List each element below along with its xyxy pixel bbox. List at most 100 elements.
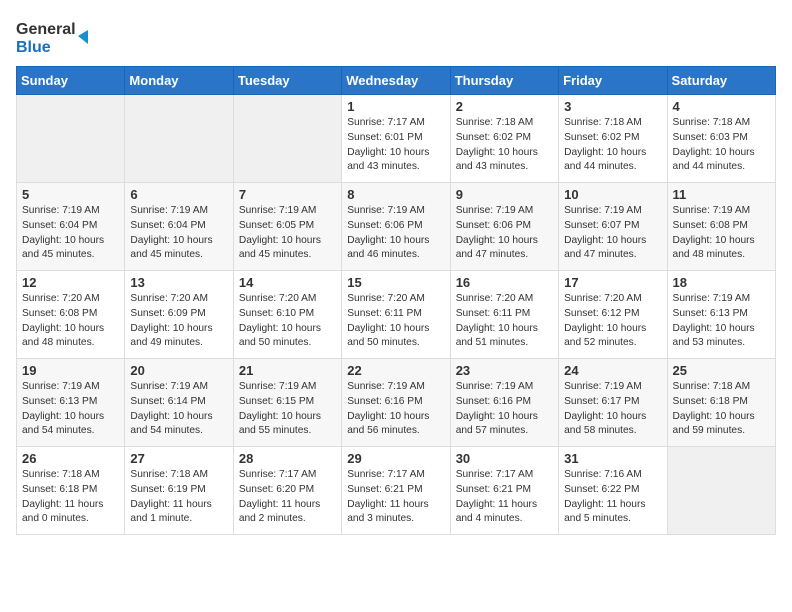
calendar-cell: 8 Sunrise: 7:19 AM Sunset: 6:06 PM Daylig… [342, 183, 450, 271]
day-info: Sunrise: 7:19 AM Sunset: 6:07 PM Dayligh… [564, 204, 661, 263]
calendar-week-row: 1 Sunrise: 7:17 AM Sunset: 6:01 PM Daylig… [17, 95, 776, 183]
svg-text:General: General [16, 21, 76, 38]
calendar-cell: 20 Sunrise: 7:19 AM Sunset: 6:14 PM Dayli… [125, 359, 233, 447]
calendar-cell: 15 Sunrise: 7:20 AM Sunset: 6:11 PM Dayli… [342, 271, 450, 359]
day-number: 5 [22, 187, 119, 202]
day-info: Sunrise: 7:19 AM Sunset: 6:17 PM Dayligh… [564, 380, 661, 439]
day-number: 25 [673, 363, 770, 378]
calendar-cell: 30 Sunrise: 7:17 AM Sunset: 6:21 PM Dayli… [450, 447, 558, 535]
calendar-week-row: 12 Sunrise: 7:20 AM Sunset: 6:08 PM Dayli… [17, 271, 776, 359]
day-number: 16 [456, 275, 553, 290]
day-number: 22 [347, 363, 444, 378]
day-info: Sunrise: 7:20 AM Sunset: 6:08 PM Dayligh… [22, 292, 119, 351]
logo-svg: GeneralBlue [16, 16, 96, 56]
day-number: 6 [130, 187, 227, 202]
weekday-header: Monday [125, 67, 233, 95]
day-number: 29 [347, 451, 444, 466]
calendar-cell: 23Sunrise: 7:19 AM Sunset: 6:16 PM Dayli… [450, 359, 558, 447]
day-info: Sunrise: 7:19 AM Sunset: 6:13 PM Dayligh… [673, 292, 770, 351]
weekday-header: Sunday [17, 67, 125, 95]
calendar-cell: 25 Sunrise: 7:18 AM Sunset: 6:18 PM Dayli… [667, 359, 775, 447]
calendar-cell: 17 Sunrise: 7:20 AM Sunset: 6:12 PM Dayli… [559, 271, 667, 359]
svg-text:Blue: Blue [16, 39, 51, 56]
day-info: Sunrise: 7:19 AM Sunset: 6:15 PM Dayligh… [239, 380, 336, 439]
day-info: Sunrise: 7:17 AM Sunset: 6:01 PM Dayligh… [347, 116, 444, 175]
day-info: Sunrise: 7:17 AM Sunset: 6:21 PM Dayligh… [456, 468, 553, 527]
calendar-cell: 5 Sunrise: 7:19 AM Sunset: 6:04 PM Daylig… [17, 183, 125, 271]
day-info: Sunrise: 7:19 AM Sunset: 6:06 PM Dayligh… [347, 204, 444, 263]
calendar-cell: 19Sunrise: 7:19 AM Sunset: 6:13 PM Dayli… [17, 359, 125, 447]
calendar-cell [125, 95, 233, 183]
day-info: Sunrise: 7:18 AM Sunset: 6:18 PM Dayligh… [673, 380, 770, 439]
calendar-cell: 6 Sunrise: 7:19 AM Sunset: 6:04 PM Daylig… [125, 183, 233, 271]
calendar-cell: 9 Sunrise: 7:19 AM Sunset: 6:06 PM Daylig… [450, 183, 558, 271]
day-number: 26 [22, 451, 119, 466]
day-number: 24 [564, 363, 661, 378]
day-number: 10 [564, 187, 661, 202]
calendar-week-row: 5 Sunrise: 7:19 AM Sunset: 6:04 PM Daylig… [17, 183, 776, 271]
calendar-cell: 10 Sunrise: 7:19 AM Sunset: 6:07 PM Dayli… [559, 183, 667, 271]
calendar-table: SundayMondayTuesdayWednesdayThursdayFrid… [16, 66, 776, 535]
calendar-week-row: 26 Sunrise: 7:18 AM Sunset: 6:18 PM Dayli… [17, 447, 776, 535]
calendar-cell: 22 Sunrise: 7:19 AM Sunset: 6:16 PM Dayli… [342, 359, 450, 447]
day-number: 15 [347, 275, 444, 290]
day-info: Sunrise: 7:16 AM Sunset: 6:22 PM Dayligh… [564, 468, 661, 527]
day-number: 12 [22, 275, 119, 290]
day-number: 2 [456, 99, 553, 114]
day-number: 9 [456, 187, 553, 202]
day-number: 23 [456, 363, 553, 378]
page-header: GeneralBlue [16, 16, 776, 56]
calendar-cell: 4Sunrise: 7:18 AM Sunset: 6:03 PM Daylig… [667, 95, 775, 183]
day-number: 8 [347, 187, 444, 202]
day-info: Sunrise: 7:18 AM Sunset: 6:02 PM Dayligh… [456, 116, 553, 175]
weekday-header: Thursday [450, 67, 558, 95]
calendar-week-row: 19Sunrise: 7:19 AM Sunset: 6:13 PM Dayli… [17, 359, 776, 447]
day-info: Sunrise: 7:19 AM Sunset: 6:16 PM Dayligh… [347, 380, 444, 439]
day-number: 7 [239, 187, 336, 202]
weekday-header-row: SundayMondayTuesdayWednesdayThursdayFrid… [17, 67, 776, 95]
day-number: 28 [239, 451, 336, 466]
day-number: 20 [130, 363, 227, 378]
day-info: Sunrise: 7:18 AM Sunset: 6:18 PM Dayligh… [22, 468, 119, 527]
day-number: 30 [456, 451, 553, 466]
day-info: Sunrise: 7:20 AM Sunset: 6:09 PM Dayligh… [130, 292, 227, 351]
day-info: Sunrise: 7:18 AM Sunset: 6:19 PM Dayligh… [130, 468, 227, 527]
day-info: Sunrise: 7:20 AM Sunset: 6:12 PM Dayligh… [564, 292, 661, 351]
calendar-cell: 29Sunrise: 7:17 AM Sunset: 6:21 PM Dayli… [342, 447, 450, 535]
calendar-cell: 16Sunrise: 7:20 AM Sunset: 6:11 PM Dayli… [450, 271, 558, 359]
day-number: 21 [239, 363, 336, 378]
weekday-header: Tuesday [233, 67, 341, 95]
day-info: Sunrise: 7:19 AM Sunset: 6:04 PM Dayligh… [130, 204, 227, 263]
day-number: 18 [673, 275, 770, 290]
day-info: Sunrise: 7:19 AM Sunset: 6:05 PM Dayligh… [239, 204, 336, 263]
calendar-cell: 12 Sunrise: 7:20 AM Sunset: 6:08 PM Dayli… [17, 271, 125, 359]
weekday-header: Wednesday [342, 67, 450, 95]
day-number: 27 [130, 451, 227, 466]
day-info: Sunrise: 7:19 AM Sunset: 6:04 PM Dayligh… [22, 204, 119, 263]
day-number: 11 [673, 187, 770, 202]
calendar-cell: 21 Sunrise: 7:19 AM Sunset: 6:15 PM Dayli… [233, 359, 341, 447]
calendar-cell: 31 Sunrise: 7:16 AM Sunset: 6:22 PM Dayli… [559, 447, 667, 535]
calendar-cell [233, 95, 341, 183]
calendar-cell: 7 Sunrise: 7:19 AM Sunset: 6:05 PM Daylig… [233, 183, 341, 271]
logo: GeneralBlue [16, 16, 96, 56]
day-info: Sunrise: 7:20 AM Sunset: 6:10 PM Dayligh… [239, 292, 336, 351]
day-info: Sunrise: 7:20 AM Sunset: 6:11 PM Dayligh… [347, 292, 444, 351]
day-number: 17 [564, 275, 661, 290]
calendar-cell [17, 95, 125, 183]
calendar-cell: 24 Sunrise: 7:19 AM Sunset: 6:17 PM Dayli… [559, 359, 667, 447]
day-info: Sunrise: 7:19 AM Sunset: 6:06 PM Dayligh… [456, 204, 553, 263]
day-number: 1 [347, 99, 444, 114]
calendar-cell: 14Sunrise: 7:20 AM Sunset: 6:10 PM Dayli… [233, 271, 341, 359]
day-info: Sunrise: 7:19 AM Sunset: 6:14 PM Dayligh… [130, 380, 227, 439]
day-number: 4 [673, 99, 770, 114]
calendar-cell: 2 Sunrise: 7:18 AM Sunset: 6:02 PM Daylig… [450, 95, 558, 183]
day-info: Sunrise: 7:18 AM Sunset: 6:02 PM Dayligh… [564, 116, 661, 175]
calendar-cell: 28 Sunrise: 7:17 AM Sunset: 6:20 PM Dayli… [233, 447, 341, 535]
calendar-cell: 27 Sunrise: 7:18 AM Sunset: 6:19 PM Dayli… [125, 447, 233, 535]
day-info: Sunrise: 7:17 AM Sunset: 6:20 PM Dayligh… [239, 468, 336, 527]
day-number: 31 [564, 451, 661, 466]
calendar-cell: 13Sunrise: 7:20 AM Sunset: 6:09 PM Dayli… [125, 271, 233, 359]
calendar-cell: 18 Sunrise: 7:19 AM Sunset: 6:13 PM Dayli… [667, 271, 775, 359]
calendar-cell [667, 447, 775, 535]
